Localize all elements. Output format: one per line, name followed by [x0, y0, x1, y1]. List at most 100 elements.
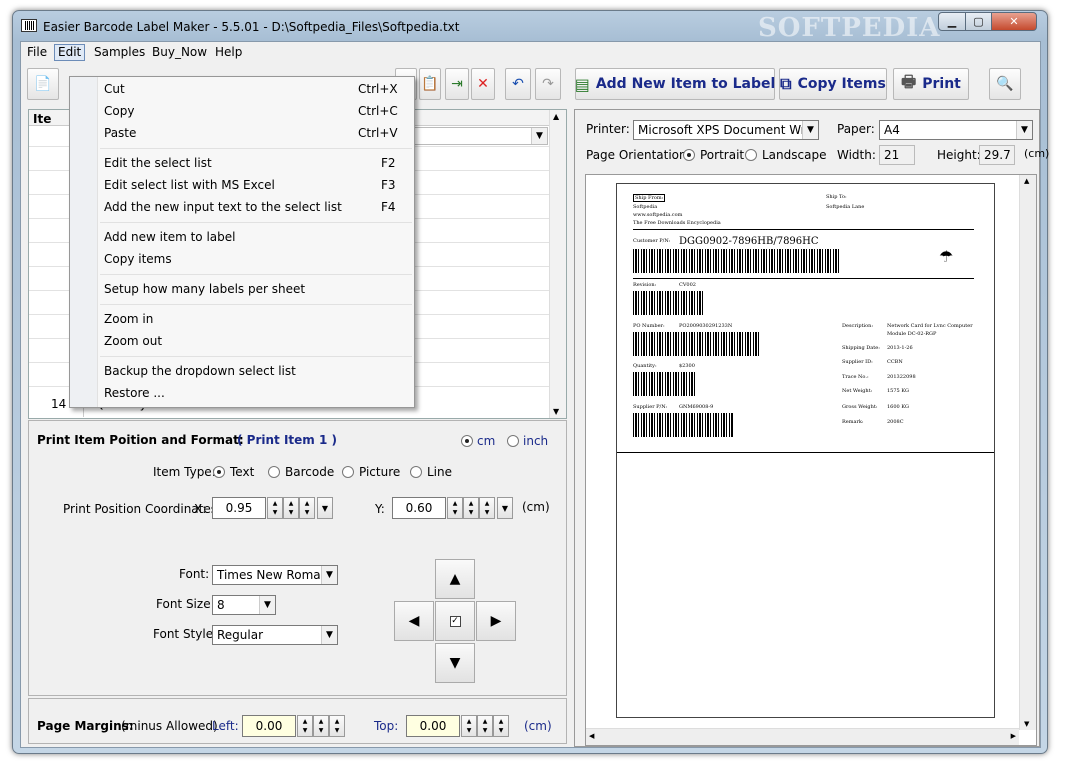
menu-separator [100, 274, 412, 275]
font-select[interactable]: Times New Roman ▼ [212, 565, 338, 585]
shortcut-copy: Ctrl+C [358, 104, 398, 118]
menu-help[interactable]: Help [215, 45, 242, 59]
scroll-right-icon[interactable]: ▶ [1011, 732, 1016, 740]
margin-top-spin-fine[interactable]: ▲ ▼ [461, 715, 477, 737]
maximize-button[interactable]: ▢ [965, 12, 992, 31]
move-left-button[interactable]: ◀ [394, 601, 434, 641]
margin-left-spin-coarse[interactable]: ▲ ▼ [329, 715, 345, 737]
grid-scrollbar[interactable]: ▲ ▼ [549, 110, 566, 418]
label-preview[interactable]: Ship From: Softpedia www.softpedia.com T… [585, 174, 1037, 746]
chevron-down-icon: ▼ [259, 596, 275, 614]
type-picture-radio[interactable] [342, 466, 354, 478]
redo-icon[interactable]: ↷ [535, 68, 561, 100]
margin-left-label: Left: [212, 719, 239, 733]
move-right-button[interactable]: ▶ [476, 601, 516, 641]
menu-item-copy-items[interactable]: Copy items [104, 252, 172, 266]
paper-label: Paper: [837, 122, 875, 136]
printer-select[interactable]: Microsoft XPS Document Writer ▼ [633, 120, 819, 140]
scroll-up-icon[interactable]: ▲ [553, 112, 559, 121]
center-checkbox-button[interactable]: ✓ [435, 601, 475, 641]
portrait-radio[interactable] [683, 149, 695, 161]
menu-item-add-new-item[interactable]: Add new item to label [104, 230, 235, 244]
menu-edit[interactable]: Edit [54, 44, 86, 61]
margin-top-label: Top: [374, 719, 399, 733]
x-spin-coarse[interactable]: ▲ ▼ [299, 497, 315, 519]
y-coordinate-input[interactable]: 0.60 [392, 497, 446, 519]
new-icon[interactable]: 📄 [27, 68, 59, 100]
scroll-up-icon[interactable]: ▲ [1024, 177, 1029, 185]
print-button[interactable]: 🖶 Print [893, 68, 969, 100]
chevron-down-icon: ▼ [321, 626, 337, 644]
gross-weight-label: Gross Weight: [842, 404, 878, 410]
menu-item-add-input-to-list[interactable]: Add the new input text to the select lis… [104, 200, 342, 214]
menu-file[interactable]: File [27, 45, 47, 59]
font-size-select[interactable]: 8 ▼ [212, 595, 276, 615]
x-coordinate-input[interactable]: 0.95 [212, 497, 266, 519]
menu-item-backup-list[interactable]: Backup the dropdown select list [104, 364, 296, 378]
menu-item-cut[interactable]: Cut [104, 82, 125, 96]
menu-item-edit-with-excel[interactable]: Edit select list with MS Excel [104, 178, 275, 192]
unit-cm-radio[interactable] [461, 435, 473, 447]
menu-item-zoom-out[interactable]: Zoom out [104, 334, 162, 348]
font-style-select[interactable]: Regular ▼ [212, 625, 338, 645]
menu-item-labels-per-sheet[interactable]: Setup how many labels per sheet [104, 282, 305, 296]
type-text-radio[interactable] [213, 466, 225, 478]
y-spin-coarse[interactable]: ▲ ▼ [479, 497, 495, 519]
zoom-icon[interactable]: 🔍 [989, 68, 1021, 100]
width-label: Width: [837, 148, 876, 162]
close-button[interactable]: ✕ [991, 12, 1037, 31]
coords-unit: (cm) [522, 500, 550, 514]
unit-inch-radio[interactable] [507, 435, 519, 447]
y-spin-fine[interactable]: ▲ ▼ [447, 497, 463, 519]
y-spin-medium[interactable]: ▲ ▼ [463, 497, 479, 519]
type-barcode-label: Barcode [285, 465, 335, 479]
add-new-item-button[interactable]: ▤ Add New Item to Label [575, 68, 775, 100]
minimize-button[interactable]: ▁ [938, 12, 966, 31]
x-dropdown-icon[interactable]: ▼ [317, 497, 333, 519]
move-down-button[interactable]: ▼ [435, 643, 475, 683]
menu-separator [100, 148, 412, 149]
menu-samples[interactable]: Samples [94, 45, 145, 59]
preview-vertical-scrollbar[interactable]: ▲ ▼ [1019, 175, 1036, 730]
margin-left-input[interactable]: 0.00 [242, 715, 296, 737]
x-spin-fine[interactable]: ▲ ▼ [267, 497, 283, 519]
undo-icon[interactable]: ↶ [505, 68, 531, 100]
shortcut-f3: F3 [381, 178, 396, 192]
menu-item-restore[interactable]: Restore ... [104, 386, 165, 400]
scroll-down-icon[interactable]: ▼ [1024, 720, 1029, 728]
width-input[interactable]: 21 [879, 145, 915, 165]
menu-item-edit-select-list[interactable]: Edit the select list [104, 156, 212, 170]
move-up-button[interactable]: ▲ [435, 559, 475, 599]
type-barcode-radio[interactable] [268, 466, 280, 478]
landscape-radio[interactable] [745, 149, 757, 161]
scroll-down-icon[interactable]: ▼ [553, 407, 559, 416]
description-value-2: Module DC-02-RGP [887, 331, 937, 337]
shipping-date-value: 2013-1-26 [887, 345, 913, 351]
margin-left-spin-medium[interactable]: ▲ ▼ [313, 715, 329, 737]
type-line-radio[interactable] [410, 466, 422, 478]
menu-item-zoom-in[interactable]: Zoom in [104, 312, 153, 326]
delete-icon[interactable]: ✕ [471, 68, 495, 100]
paper-select[interactable]: A4 ▼ [879, 120, 1033, 140]
quantity-label: Quantity: [633, 363, 657, 369]
y-dropdown-icon[interactable]: ▼ [497, 497, 513, 519]
paste-icon[interactable]: 📋 [419, 68, 441, 100]
scroll-left-icon[interactable]: ◀ [589, 732, 594, 740]
margin-left-spin-fine[interactable]: ▲ ▼ [297, 715, 313, 737]
font-select-value: Times New Roman [217, 568, 329, 582]
menu-item-copy[interactable]: Copy [104, 104, 134, 118]
margins-note: (minus Allowed) [121, 719, 218, 733]
menu-buy-now[interactable]: Buy_Now [152, 45, 207, 59]
copy-items-button[interactable]: ⧉ Copy Items [779, 68, 887, 100]
insert-icon[interactable]: ⇥ [445, 68, 469, 100]
x-spin-medium[interactable]: ▲ ▼ [283, 497, 299, 519]
chevron-down-icon: ▼ [1016, 121, 1032, 139]
supplier-id-label: Supplier ID: [842, 359, 873, 365]
menu-item-paste[interactable]: Paste [104, 126, 136, 140]
margin-top-input[interactable]: 0.00 [406, 715, 460, 737]
preview-horizontal-scrollbar[interactable]: ◀ ▶ [586, 728, 1019, 745]
margin-top-spin-medium[interactable]: ▲ ▼ [477, 715, 493, 737]
shortcut-cut: Ctrl+X [358, 82, 398, 96]
margin-top-spin-coarse[interactable]: ▲ ▼ [493, 715, 509, 737]
height-input[interactable]: 29.7 [979, 145, 1015, 165]
